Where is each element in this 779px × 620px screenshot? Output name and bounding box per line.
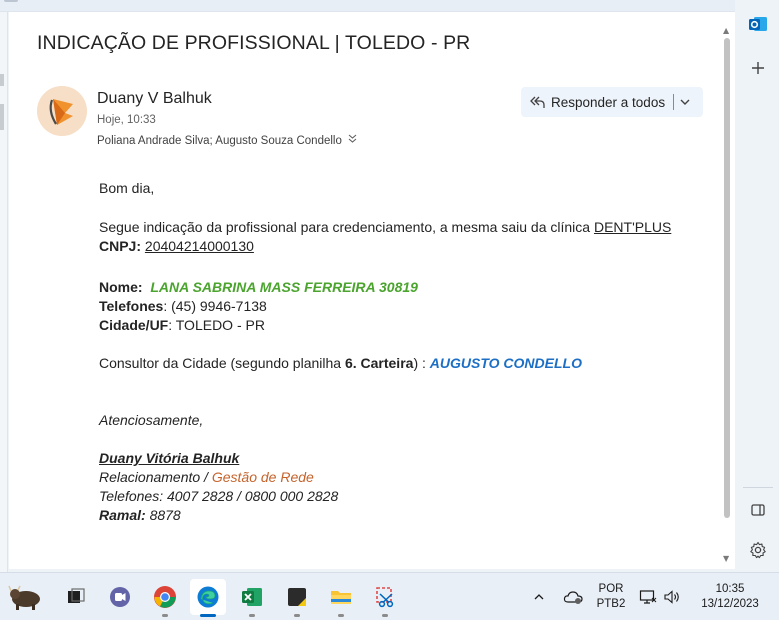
list-marker <box>0 104 4 130</box>
city-line: Cidade/UF: TOLEDO - PR <box>99 317 265 333</box>
city-value: : TOLEDO - PR <box>168 317 265 333</box>
scrollbar-thumb[interactable] <box>724 38 730 518</box>
language-indicator[interactable]: POR PTB2 <box>592 583 630 610</box>
running-indicator <box>162 614 168 617</box>
language-bottom: PTB2 <box>596 598 626 610</box>
consultant-line: Consultor da Cidade (segundo planilha 6.… <box>99 355 582 371</box>
outlook-icon[interactable] <box>746 12 770 36</box>
scroll-up-icon[interactable]: ▲ <box>723 26 729 35</box>
file-explorer-icon[interactable] <box>323 579 359 617</box>
closing: Atenciosamente, <box>99 412 204 428</box>
clock-time: 10:35 <box>715 583 745 595</box>
name-line: Nome: LANA SABRINA MASS FERREIRA 30819 <box>99 279 418 295</box>
signature-phones: Telefones: 4007 2828 / 0800 000 2828 <box>99 488 339 504</box>
gear-icon[interactable] <box>746 538 770 562</box>
teams-chat-icon[interactable] <box>102 579 138 615</box>
cnpj-line: CNPJ: 20404214000130 <box>99 238 254 254</box>
add-icon[interactable] <box>746 56 770 80</box>
active-indicator <box>200 614 216 617</box>
cnpj-label: CNPJ: <box>99 238 142 254</box>
city-label: Cidade/UF <box>99 317 169 333</box>
email-subject: INDICAÇÃO DE PROFISSIONAL | TOLEDO - PR <box>37 32 471 54</box>
side-panel-icon[interactable] <box>746 498 770 522</box>
reply-split-divider <box>673 94 675 110</box>
ramal-value: 8878 <box>145 507 181 523</box>
consultant-sheet: 6. Carteira <box>344 355 414 371</box>
sender-avatar[interactable] <box>37 86 87 136</box>
phones-line: Telefones: (45) 9946-7138 <box>99 298 267 314</box>
signature-name: Duany Vitória Balhuk <box>99 450 240 466</box>
cnpj-link[interactable]: 20404214000130 <box>145 238 254 254</box>
sticky-notes-icon[interactable] <box>279 579 315 617</box>
signature-role: Relacionamento / Gestão de Rede <box>99 469 314 485</box>
running-indicator <box>249 614 255 617</box>
chrome-icon[interactable] <box>147 579 183 617</box>
intro-line: Segue indicação da profissional para cre… <box>99 219 671 235</box>
language-top: POR <box>598 583 624 595</box>
signature-ramal: Ramal: 8878 <box>99 507 181 523</box>
reply-all-button[interactable]: Responder a todos <box>521 87 703 117</box>
rail-divider <box>743 487 773 488</box>
running-indicator <box>294 614 300 617</box>
running-indicator <box>338 614 344 617</box>
recipients-text: Poliana Andrade Silva; Augusto Souza Con… <box>97 134 342 147</box>
sender-logo-icon <box>37 86 87 136</box>
phones-label: Telefones <box>99 298 164 314</box>
sent-time: Hoje, 10:33 <box>97 114 156 126</box>
list-marker <box>0 74 4 86</box>
consultant-name: AUGUSTO CONDELLO <box>429 355 582 371</box>
excel-icon[interactable] <box>234 579 270 617</box>
running-indicator <box>382 614 388 617</box>
onedrive-sync-icon[interactable] <box>558 579 588 615</box>
network-icon[interactable] <box>636 579 660 615</box>
top-strip <box>0 0 735 12</box>
signature-role-text: Relacionamento / <box>99 469 212 485</box>
scroll-down-icon[interactable]: ▼ <box>723 554 729 563</box>
professional-name: LANA SABRINA MASS FERREIRA 30819 <box>150 279 418 295</box>
edge-icon[interactable] <box>190 579 226 617</box>
clock[interactable]: 10:35 13/12/2023 <box>690 583 770 610</box>
weather-widget-icon[interactable] <box>4 579 48 615</box>
clinic-link[interactable]: DENT'PLUS <box>594 219 671 235</box>
vertical-scrollbar[interactable]: ▲ ▼ <box>721 26 733 566</box>
reading-pane: INDICAÇÃO DE PROFISSIONAL | TOLEDO - PR … <box>9 12 735 569</box>
taskbar: POR PTB2 10:35 13/12/2023 <box>0 572 779 620</box>
expand-recipients-icon[interactable] <box>348 134 357 147</box>
volume-icon[interactable] <box>660 579 684 615</box>
sender-name[interactable]: Duany V Balhuk <box>97 90 212 108</box>
signature-dept: Gestão de Rede <box>211 469 314 485</box>
intro-text: Segue indicação da profissional para cre… <box>99 219 594 235</box>
greeting: Bom dia, <box>99 180 155 196</box>
snipping-tool-icon[interactable] <box>367 579 403 617</box>
right-rail <box>737 0 779 572</box>
message-list-edge[interactable] <box>0 12 8 572</box>
phones-value: : (45) 9946-7138 <box>163 298 267 314</box>
show-hidden-icons-chevron-up-icon[interactable] <box>524 579 554 615</box>
chevron-down-icon[interactable] <box>678 95 692 109</box>
clock-date: 13/12/2023 <box>701 598 759 610</box>
name-label: Nome: <box>99 279 143 295</box>
consultant-close: ) : <box>413 355 430 371</box>
top-strip-handle <box>4 0 18 2</box>
task-view-icon[interactable] <box>58 579 94 615</box>
ramal-label: Ramal: <box>99 507 146 523</box>
reply-all-label: Responder a todos <box>551 94 666 110</box>
consultant-text: Consultor da Cidade (segundo planilha <box>99 355 345 371</box>
recipients-line[interactable]: Poliana Andrade Silva; Augusto Souza Con… <box>97 134 357 147</box>
reply-all-icon <box>529 94 547 110</box>
